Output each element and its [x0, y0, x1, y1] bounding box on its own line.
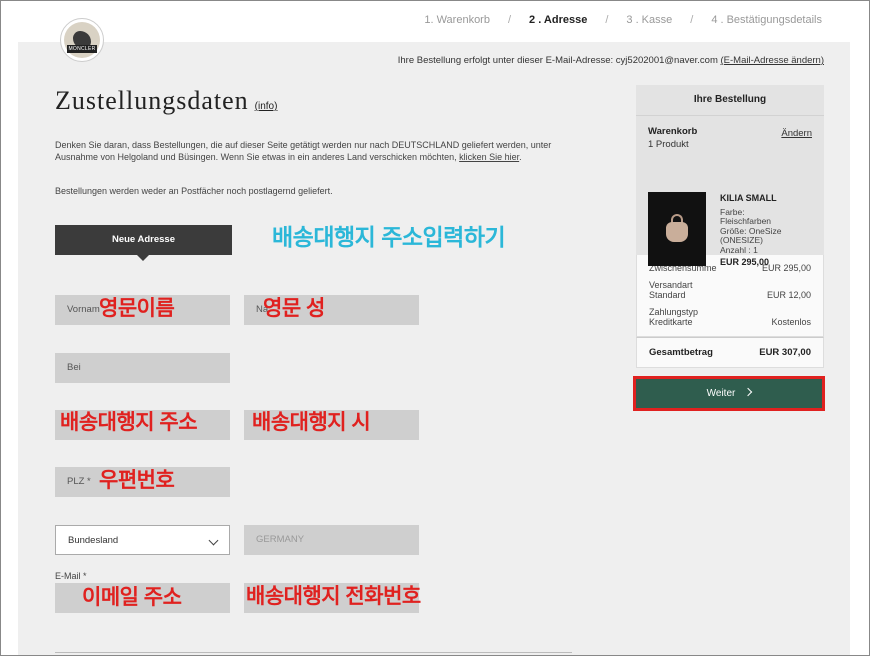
delivery-note-end: . — [519, 151, 522, 162]
logo-text: MONCLER — [67, 45, 97, 53]
chevron-down-icon — [208, 535, 219, 546]
step-bestaetigung: 4 . Bestätigungsdetails — [711, 14, 822, 26]
step-kasse: 3 . Kasse — [626, 14, 673, 26]
annotation-email: 이메일 주소 — [82, 586, 182, 609]
product-info: KILIA SMALL Farbe: Fleischfarben Größe: … — [720, 193, 782, 268]
logo-badge: MONCLER — [64, 22, 100, 58]
payment-method: Kreditkarte — [649, 317, 693, 327]
delivery-note: Denken Sie daran, dass Bestellungen, die… — [55, 140, 585, 163]
email-notice-text: Ihre Bestellung erfolgt unter dieser E-M… — [397, 55, 718, 66]
state-select[interactable]: Bundesland — [55, 525, 230, 555]
step-separator: / — [507, 14, 512, 26]
email-label: E-Mail * — [55, 571, 87, 581]
bag-icon — [666, 222, 688, 242]
c-o-input[interactable]: Bei — [55, 353, 230, 383]
postal-code-placeholder: PLZ * — [67, 476, 91, 487]
step-separator: / — [690, 14, 694, 26]
change-cart-link[interactable]: Ändern — [781, 128, 812, 139]
step-adresse: 2 . Adresse — [529, 14, 588, 26]
click-here-link[interactable]: klicken Sie hier — [459, 152, 519, 162]
info-link[interactable]: (info) — [255, 101, 278, 112]
shipping-label: Versandart — [649, 280, 693, 290]
change-email-link[interactable]: (E-Mail-Adresse ändern) — [721, 55, 824, 66]
shipping-method: Standard — [649, 290, 686, 300]
shipping-value: EUR 12,00 — [766, 290, 811, 300]
continue-button-label: Weiter — [706, 388, 736, 399]
checkout-steps: 1. Warenkorb / 2 . Adresse / 3 . Kasse /… — [424, 14, 822, 26]
order-summary: Ihre Bestellung Warenkorb Ändern 1 Produ… — [636, 85, 824, 368]
total-label: Gesamtbetrag — [649, 347, 713, 358]
chevron-right-icon — [744, 387, 753, 397]
product-size-label: Größe: — [720, 225, 747, 236]
country-field: GERMANY — [244, 525, 419, 555]
product-image[interactable] — [648, 192, 706, 266]
payment-row: Zahlungstyp Kreditkarte Kostenlos — [649, 307, 811, 328]
annotation-address: 배송대행지 주소 — [60, 411, 198, 434]
annotation-first-name: 영문이름 — [99, 297, 175, 320]
first-name-placeholder: Vornam — [67, 304, 100, 315]
annotation-postal: 우편번호 — [99, 469, 175, 492]
total-row: Gesamtbetrag EUR 307,00 — [636, 337, 824, 368]
payment-value: Kostenlos — [771, 317, 811, 327]
annotation-phone: 배송대행지 전화번호 — [246, 585, 421, 608]
page-title-text: Zustellungsdaten — [55, 86, 249, 115]
summary-header: Ihre Bestellung — [636, 85, 824, 115]
divider — [55, 652, 572, 653]
step-warenkorb[interactable]: 1. Warenkorb — [424, 14, 490, 26]
postbox-note: Bestellungen werden weder an Postfächer … — [55, 186, 333, 196]
product-count: 1 Produkt — [648, 139, 689, 150]
annotation-city: 배송대행지 시 — [252, 411, 371, 434]
tab-new-address[interactable]: Neue Adresse — [55, 225, 232, 261]
product-size-value: OneSize — [748, 225, 782, 236]
summary-cart: Warenkorb Ändern 1 Produkt KILIA SMALL F… — [636, 115, 824, 267]
shipping-row: Versandart Standard EUR 12,00 — [649, 280, 811, 301]
product-price: EUR 295,00 — [720, 257, 770, 267]
continue-button-highlight: Weiter — [633, 376, 825, 411]
product-name[interactable]: KILIA SMALL — [720, 193, 781, 204]
annotation-title-note: 배송대행지 주소입력하기 — [272, 224, 506, 250]
moncler-logo[interactable]: MONCLER — [60, 18, 104, 62]
total-value: EUR 307,00 — [759, 347, 811, 358]
step-separator: / — [605, 14, 609, 26]
annotation-last-name: 영문 성 — [263, 297, 325, 320]
continue-button[interactable]: Weiter — [636, 379, 822, 408]
page-title: Zustellungsdaten (info) — [55, 86, 277, 116]
payment-label: Zahlungstyp — [649, 307, 699, 317]
state-select-value: Bundesland — [68, 535, 119, 546]
country-value: GERMANY — [256, 534, 305, 545]
c-o-placeholder: Bei — [67, 362, 81, 373]
product-qty: Anzahl : 1 — [720, 244, 758, 255]
email-notice: Ihre Bestellung erfolgt unter dieser E-M… — [398, 55, 824, 66]
